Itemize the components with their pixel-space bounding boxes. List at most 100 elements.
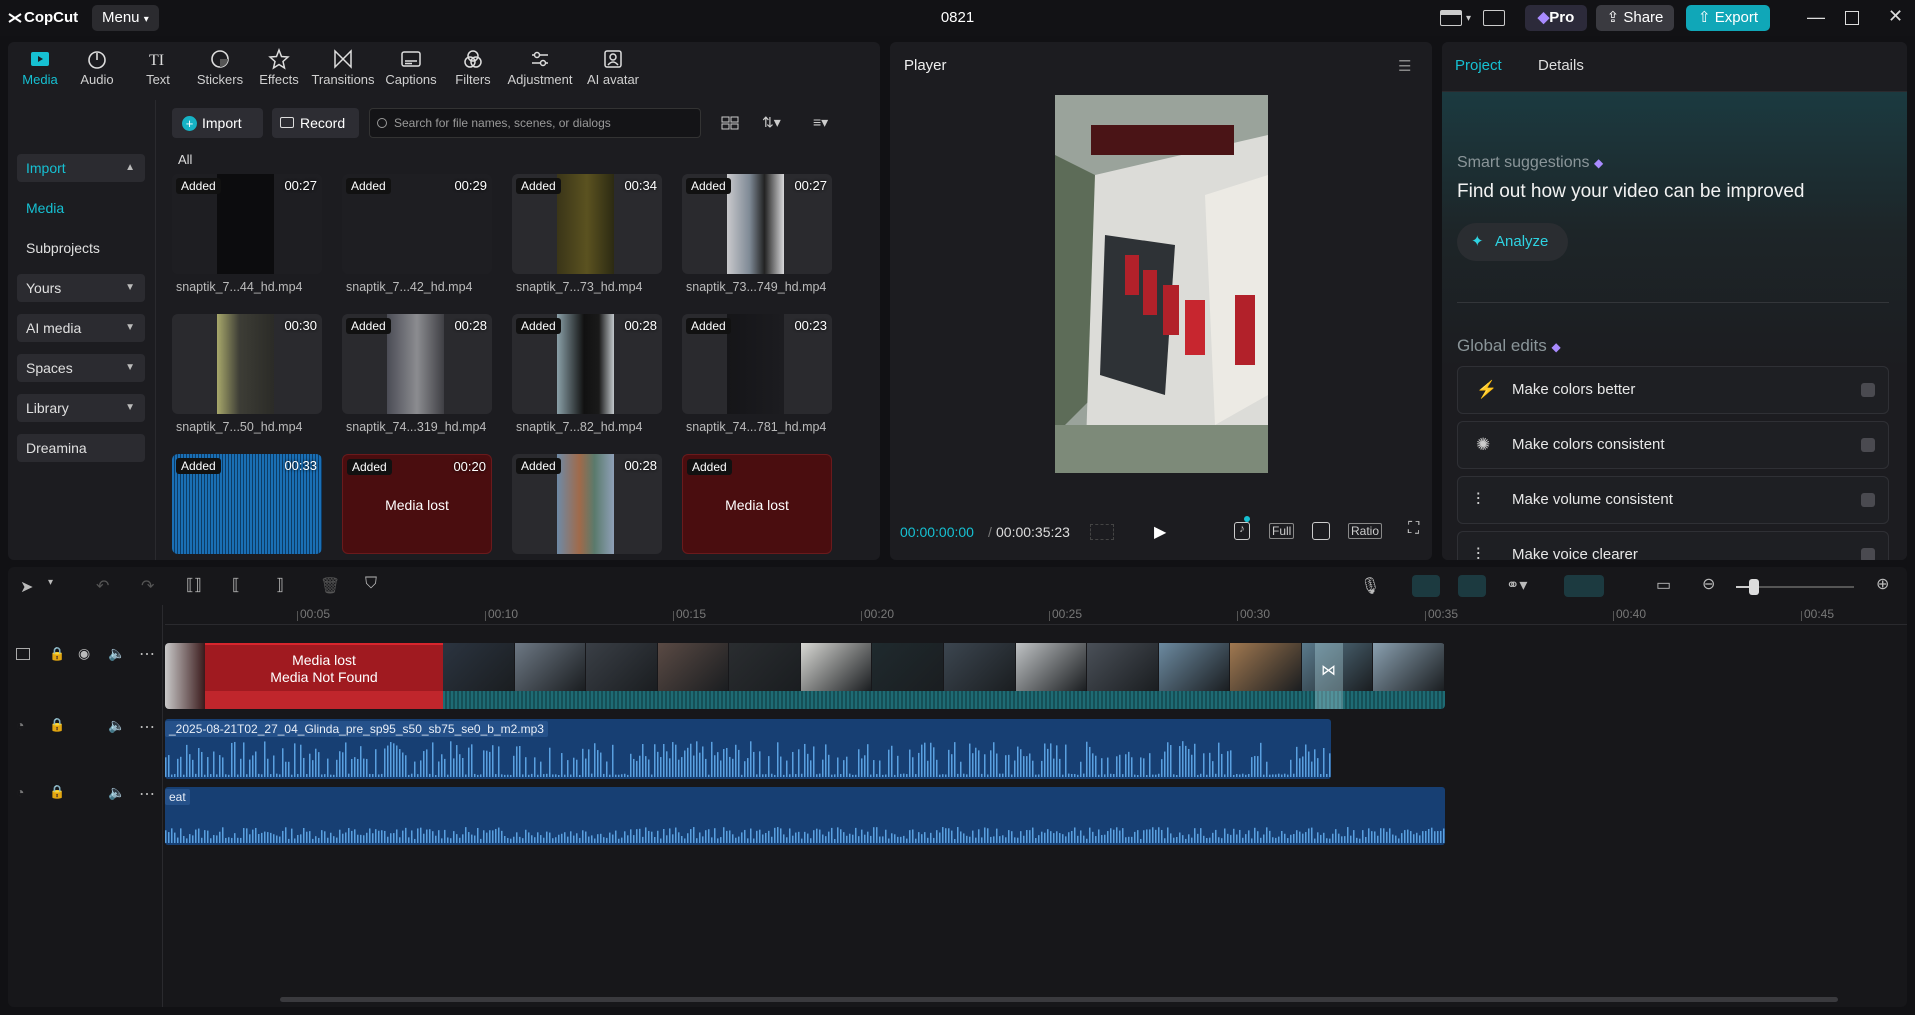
sidebar-item-subprojects[interactable]: Subprojects	[17, 234, 145, 262]
media-card-lost[interactable]: Added 00:20 Media lost	[342, 454, 492, 554]
timeline-scrollbar[interactable]	[280, 997, 1838, 1002]
waveform-toggle-icon[interactable]	[1090, 524, 1114, 540]
chevron-down-icon[interactable]: ▾	[48, 577, 53, 588]
media-card[interactable]: Added 00:28	[512, 454, 662, 554]
eye-icon[interactable]: ◉	[78, 645, 90, 662]
magnet-main-track-icon[interactable]	[1412, 575, 1440, 597]
record-button[interactable]: Record	[272, 108, 359, 138]
share-button[interactable]: ⇪ Share	[1596, 5, 1674, 31]
toggle[interactable]	[1861, 383, 1875, 397]
export-button[interactable]: ⇧ Export	[1686, 5, 1770, 31]
microphone-icon[interactable]: 🎙	[1360, 576, 1380, 596]
media-card[interactable]: Added 00:28	[342, 314, 492, 414]
tab-details[interactable]: Details	[1538, 57, 1584, 74]
analyze-button[interactable]: ✦ Analyze	[1457, 223, 1568, 261]
import-button[interactable]: + Import	[172, 108, 263, 138]
lock-icon[interactable]: 🔒	[49, 784, 65, 800]
toggle[interactable]	[1861, 548, 1875, 560]
media-card[interactable]: Added 00:27	[172, 174, 322, 274]
chevron-down-icon[interactable]: ▾	[1466, 13, 1471, 24]
menu-button[interactable]: Menu ▾	[92, 5, 159, 31]
tab-stickers[interactable]: Stickers	[190, 42, 250, 92]
zoom-in-icon[interactable]: ⊕	[1876, 574, 1889, 594]
sidebar-item-media[interactable]: Media	[17, 194, 145, 222]
auto-snap-icon[interactable]	[1458, 575, 1486, 597]
hamburger-icon[interactable]: ☰	[1398, 57, 1411, 75]
more-icon[interactable]: ⋯	[139, 717, 155, 737]
volume-icon[interactable]: 🔈	[108, 717, 125, 734]
media-card[interactable]: Added 00:34	[512, 174, 662, 274]
sidebar-item-import[interactable]: Import ▲	[17, 154, 145, 182]
tab-ai-avatar[interactable]: AI avatar	[578, 42, 648, 92]
sidebar-item-spaces[interactable]: Spaces ▼	[17, 354, 145, 382]
tab-effects[interactable]: Effects	[252, 42, 306, 92]
audio-clip-1[interactable]: _2025-08-21T02_27_04_Glinda_pre_sp95_s50…	[165, 719, 1331, 779]
tab-filters[interactable]: Filters	[444, 42, 502, 92]
transition-marker[interactable]: ⋈	[1315, 643, 1343, 709]
more-icon[interactable]: ⋯	[139, 784, 155, 804]
redo-icon[interactable]: ↷	[141, 576, 154, 596]
media-card-lost[interactable]: Added Media lost	[682, 454, 832, 554]
media-search-input[interactable]: Search for file names, scenes, or dialog…	[369, 108, 701, 138]
media-card[interactable]: Added 00:29	[342, 174, 492, 274]
keyboard-icon[interactable]	[1483, 10, 1506, 26]
split-right-icon[interactable]: ⟧	[276, 575, 284, 595]
layout-icon[interactable]	[1440, 10, 1462, 26]
tab-audio[interactable]: Audio	[68, 42, 126, 92]
media-card[interactable]: Added 00:28	[512, 314, 662, 414]
video-track[interactable]: Media lost Media Not Found ⋈	[165, 643, 1445, 709]
sidebar-item-dreamina[interactable]: Dreamina	[17, 434, 145, 462]
more-icon[interactable]: ⋯	[139, 644, 155, 664]
maximize-icon[interactable]	[1845, 11, 1859, 25]
sort-icon[interactable]: ⇅▾	[762, 114, 781, 131]
cover-icon[interactable]	[16, 648, 30, 660]
delete-icon[interactable]: 🗑	[320, 576, 340, 596]
global-edit-colors-better[interactable]: ⚡ Make colors better	[1457, 366, 1889, 414]
play-icon[interactable]: ▶	[1154, 522, 1166, 542]
full-button[interactable]: Full	[1269, 523, 1295, 539]
tab-captions[interactable]: Captions	[380, 42, 442, 92]
tab-media[interactable]: Media	[14, 42, 66, 92]
mute-icon[interactable]: 🔈	[108, 645, 125, 662]
sidebar-item-library[interactable]: Library ▼	[17, 394, 145, 422]
undo-icon[interactable]: ↶	[96, 576, 109, 596]
pro-button[interactable]: ◆Pro	[1525, 5, 1587, 31]
volume-icon[interactable]: 🔈	[108, 784, 125, 801]
zoom-slider-handle[interactable]	[1748, 579, 1759, 595]
video-clip[interactable]	[165, 643, 205, 709]
close-icon[interactable]: ✕	[1888, 6, 1903, 27]
screen-icon[interactable]: ▭	[1656, 575, 1671, 595]
zoom-out-icon[interactable]: ⊖	[1702, 574, 1715, 594]
preview-axis-icon[interactable]	[1564, 575, 1604, 597]
ratio-button[interactable]: Ratio	[1348, 523, 1383, 539]
toggle[interactable]	[1861, 438, 1875, 452]
video-clip-lost[interactable]: Media lost Media Not Found	[205, 643, 443, 709]
filter-icon[interactable]: ≡▾	[813, 114, 828, 131]
toggle[interactable]	[1861, 493, 1875, 507]
tab-transitions[interactable]: Transitions	[308, 42, 378, 92]
global-edit-volume-consistent[interactable]: ⫶ Make volume consistent	[1457, 476, 1889, 524]
link-icon[interactable]: ⚭▾	[1506, 575, 1527, 595]
media-card[interactable]: 00:30	[172, 314, 322, 414]
audio-clip-2[interactable]: eat	[165, 787, 1445, 845]
tab-text[interactable]: TI Text	[128, 42, 188, 92]
tiktok-icon[interactable]: ♪	[1234, 522, 1250, 540]
media-card[interactable]: Added 00:23	[682, 314, 832, 414]
sidebar-item-ai-media[interactable]: AI media ▼	[17, 314, 145, 342]
lock-icon[interactable]: 🔒	[49, 646, 65, 662]
shield-icon[interactable]: ⛉	[365, 575, 377, 593]
tab-project[interactable]: Project	[1455, 57, 1502, 74]
split-left-icon[interactable]: ⟦	[232, 575, 240, 595]
minimize-icon[interactable]: —	[1807, 7, 1825, 28]
fullscreen-icon[interactable]: ⛶	[1408, 520, 1419, 538]
media-card[interactable]: Added 00:33	[172, 454, 322, 554]
media-card[interactable]: Added 00:27	[682, 174, 832, 274]
snapshot-icon[interactable]	[1312, 522, 1330, 540]
sidebar-item-yours[interactable]: Yours ▼	[17, 274, 145, 302]
global-edit-voice-clearer[interactable]: ⫶ Make voice clearer	[1457, 531, 1889, 560]
tab-adjustment[interactable]: Adjustment	[504, 42, 576, 92]
lock-icon[interactable]: 🔒	[49, 717, 65, 733]
split-icon[interactable]: ⟦⟧	[186, 575, 202, 595]
select-cursor-icon[interactable]: ➤	[20, 577, 33, 597]
grid-view-icon[interactable]	[721, 116, 739, 130]
